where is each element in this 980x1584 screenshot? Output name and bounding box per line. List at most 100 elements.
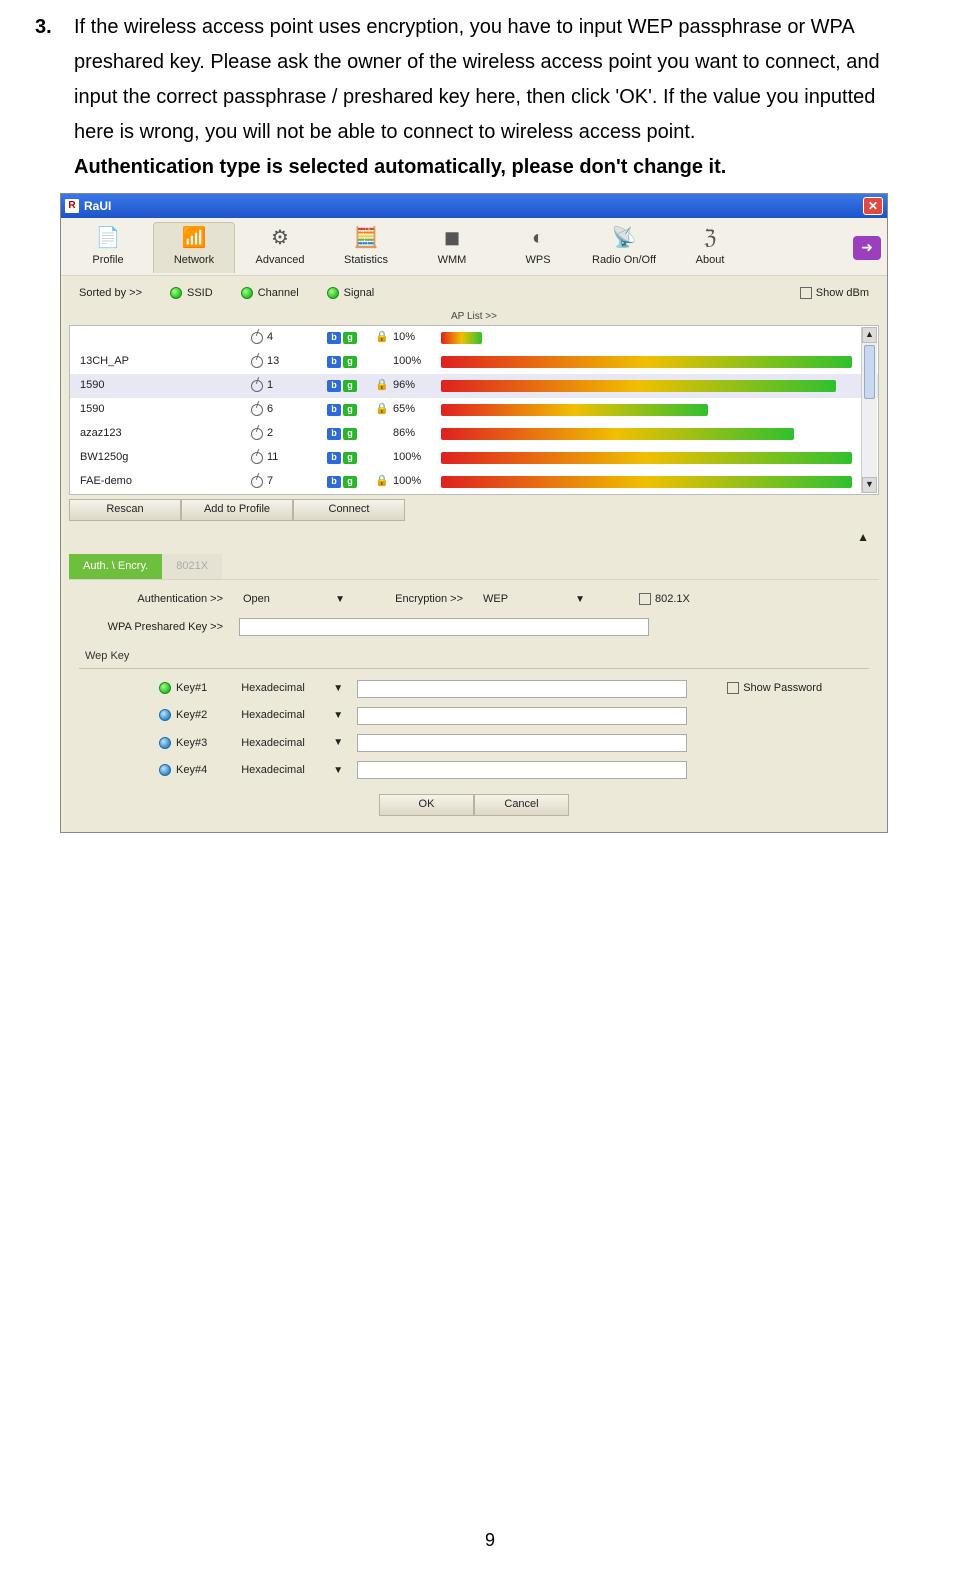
caret-icon: ▼ (333, 734, 343, 752)
ap-row[interactable]: 15906bg🔒65% (70, 398, 878, 422)
toolbar-next-icon[interactable]: ➜ (853, 236, 881, 260)
toolbar-wps[interactable]: ◐WPS (497, 223, 579, 273)
tab-8021x[interactable]: 8021X (162, 554, 222, 579)
advanced-icon: ⚙ (239, 225, 321, 251)
show-dbm-checkbox[interactable]: Show dBm (800, 284, 869, 303)
g-icon: g (343, 332, 357, 344)
ap-signal-pct: 100% (393, 352, 441, 371)
auth-tabs: Auth. \ Encry. 8021X (69, 554, 879, 579)
auth-select[interactable]: Open▼ (239, 591, 349, 609)
g-icon: g (343, 476, 357, 488)
wep-key-radio[interactable]: Key#2 (159, 706, 207, 725)
wep-key-type-select[interactable]: Hexadecimal▼ (237, 761, 347, 779)
ap-channel: 11 (251, 448, 327, 467)
ap-signal-bar (441, 452, 854, 464)
sort-channel[interactable]: Channel (241, 284, 299, 303)
ap-row[interactable]: FAE-demo7bg🔒100% (70, 470, 878, 494)
ap-lock: 🔒 (371, 400, 393, 419)
wep-key-radio[interactable]: Key#3 (159, 734, 207, 753)
wep-key-input[interactable] (357, 707, 687, 725)
wep-key-type-select[interactable]: Hexadecimal▼ (237, 680, 347, 698)
wep-key-legend: Wep Key (85, 647, 869, 666)
tab-auth-encry[interactable]: Auth. \ Encry. (69, 554, 162, 579)
b-icon: b (327, 404, 341, 416)
antenna-icon (251, 380, 263, 392)
divider (79, 668, 869, 669)
ap-mode: bg (327, 332, 371, 344)
ap-signal-pct: 96% (393, 376, 441, 395)
network-icon: 📶 (154, 225, 234, 251)
dot-icon (241, 287, 253, 299)
wep-key-input[interactable] (357, 680, 687, 698)
caret-icon: ▼ (333, 762, 343, 780)
close-button[interactable]: ✕ (863, 197, 883, 215)
wep-key-type-select[interactable]: Hexadecimal▼ (237, 707, 347, 725)
sort-row: Sorted by >> SSID Channel Signal Show dB… (69, 280, 879, 305)
ap-signal-bar (441, 404, 854, 416)
b-icon: b (327, 476, 341, 488)
scrollbar[interactable]: ▲ ▼ (861, 327, 877, 493)
antenna-icon (251, 356, 263, 368)
toolbar-statistics[interactable]: 🧮Statistics (325, 223, 407, 273)
ap-row[interactable]: 15901bg🔒96% (70, 374, 878, 398)
ap-signal-bar (441, 332, 854, 344)
ap-ssid: 1590 (76, 376, 251, 395)
wep-key-radio[interactable]: Key#4 (159, 761, 207, 780)
show-password-checkbox[interactable]: Show Password (727, 679, 822, 698)
toolbar-radio[interactable]: 📡Radio On/Off (583, 223, 665, 273)
main-toolbar: 📄Profile 📶Network ⚙Advanced 🧮Statistics … (61, 218, 887, 276)
sort-signal[interactable]: Signal (327, 284, 375, 303)
ap-row[interactable]: BW1250g11bg100% (70, 446, 878, 470)
b-icon: b (327, 452, 341, 464)
scroll-thumb[interactable] (864, 345, 875, 399)
toolbar-network[interactable]: 📶Network (153, 222, 235, 273)
dot1x-checkbox[interactable]: 802.1X (639, 590, 690, 609)
cancel-button[interactable]: Cancel (474, 794, 569, 816)
ap-row[interactable]: 13CH_AP13bg100% (70, 350, 878, 374)
ap-list-table: ▲ ▼ 4bg🔒10%13CH_AP13bg100%15901bg🔒96%159… (69, 325, 879, 495)
ap-signal-pct: 10% (393, 328, 441, 347)
step-number: 3. (35, 10, 52, 45)
wep-key-type-select[interactable]: Hexadecimal▼ (237, 734, 347, 752)
toolbar-about[interactable]: ℨAbout (669, 223, 751, 273)
collapse-icon[interactable]: ▲ (857, 527, 869, 548)
wpa-key-label: WPA Preshared Key >> (79, 618, 229, 637)
about-icon: ℨ (669, 225, 751, 251)
ap-channel: 7 (251, 472, 327, 491)
wep-key-input[interactable] (357, 734, 687, 752)
rescan-button[interactable]: Rescan (69, 499, 181, 521)
ap-channel: 4 (251, 328, 327, 347)
wpa-key-input[interactable] (239, 618, 649, 636)
ap-signal-pct: 65% (393, 400, 441, 419)
encryption-select[interactable]: WEP▼ (479, 591, 589, 609)
screenshot-window: R RaUI ✕ 📄Profile 📶Network ⚙Advanced 🧮St… (60, 193, 888, 833)
wep-key-input[interactable] (357, 761, 687, 779)
sort-ssid[interactable]: SSID (170, 284, 213, 303)
g-icon: g (343, 356, 357, 368)
toolbar-advanced[interactable]: ⚙Advanced (239, 223, 321, 273)
wep-key-radio[interactable]: Key#1 (159, 679, 207, 698)
ap-mode: bg (327, 476, 371, 488)
scroll-up-icon[interactable]: ▲ (862, 327, 877, 343)
connect-button[interactable]: Connect (293, 499, 405, 521)
ap-row[interactable]: 4bg🔒10% (70, 326, 878, 350)
scroll-down-icon[interactable]: ▼ (862, 477, 877, 493)
ap-channel: 13 (251, 352, 327, 371)
ok-button[interactable]: OK (379, 794, 474, 816)
ap-ssid: FAE-demo (76, 472, 251, 491)
ap-ssid: 1590 (76, 400, 251, 419)
antenna-icon (251, 428, 263, 440)
dot-icon (327, 287, 339, 299)
ap-signal-pct: 86% (393, 424, 441, 443)
g-icon: g (343, 428, 357, 440)
ap-row[interactable]: azaz1232bg86% (70, 422, 878, 446)
step-text: If the wireless access point uses encryp… (74, 10, 920, 150)
caret-icon: ▼ (335, 591, 345, 609)
ap-mode: bg (327, 404, 371, 416)
toolbar-wmm[interactable]: ◼WMM (411, 223, 493, 273)
radio-icon (159, 682, 171, 694)
ap-signal-pct: 100% (393, 472, 441, 491)
toolbar-profile[interactable]: 📄Profile (67, 223, 149, 273)
window-title: RaUI (84, 196, 111, 217)
add-to-profile-button[interactable]: Add to Profile (181, 499, 293, 521)
